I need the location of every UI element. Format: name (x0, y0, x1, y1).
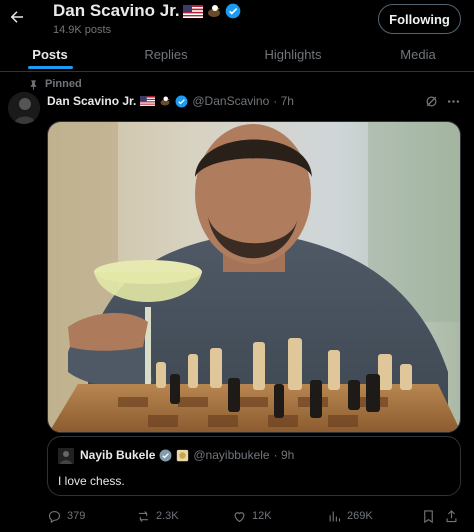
pin-icon (30, 79, 37, 90)
eagle-icon (160, 96, 170, 106)
reply-button[interactable]: 379 (47, 503, 85, 529)
us-flag-icon (182, 4, 203, 18)
chess-photo (48, 122, 460, 432)
verified-badge-icon (225, 3, 240, 19)
quoted-post-header: Nayib Bukele @nayibbukele · 9h (80, 448, 294, 462)
back-arrow-icon[interactable] (8, 8, 26, 26)
grok-icon[interactable] (424, 94, 439, 109)
reply-count: 379 (67, 510, 86, 522)
profile-name-row: Dan Scavino Jr. (53, 1, 241, 21)
quoted-time[interactable]: · 9h (274, 448, 295, 462)
quoted-handle[interactable]: @nayibbukele (193, 448, 269, 462)
active-tab-indicator (28, 66, 73, 69)
quoted-avatar-image (58, 448, 74, 464)
post-time[interactable]: · 7h (273, 94, 294, 108)
avatar[interactable] (8, 92, 40, 124)
quoted-text: I love chess. (58, 474, 125, 488)
tab-media[interactable]: Media (368, 36, 468, 72)
bookmark-icon (424, 509, 433, 523)
repost-count: 2.3K (156, 510, 179, 522)
profile-name: Dan Scavino Jr. (53, 1, 180, 20)
share-button[interactable] (444, 503, 459, 529)
pinned-label: Pinned (45, 78, 82, 90)
tab-highlights[interactable]: Highlights (238, 36, 348, 72)
repost-icon (139, 510, 148, 522)
views-button[interactable]: 269K (327, 503, 373, 529)
profile-header: Dan Scavino Jr. 14.9K posts Following (0, 0, 474, 36)
verified-badge-icon (175, 95, 188, 107)
post-header: Dan Scavino Jr. @DanScavino · 7h (47, 94, 294, 108)
pinned-row: Pinned (28, 78, 82, 90)
eagle-icon (207, 5, 220, 17)
affiliate-badge-icon (177, 449, 189, 461)
share-icon (446, 509, 457, 522)
following-button[interactable]: Following (378, 4, 461, 34)
reply-icon (48, 510, 61, 523)
verified-badge-icon (159, 449, 172, 461)
views-chart-icon (329, 511, 341, 521)
posts-count: 14.9K posts (53, 24, 112, 36)
like-count: 12K (252, 510, 272, 522)
us-flag-icon (140, 96, 156, 106)
post-handle[interactable]: @DanScavino (192, 94, 269, 108)
post-image[interactable] (47, 121, 461, 433)
avatar-image (8, 92, 40, 124)
more-options-icon[interactable] (446, 94, 461, 109)
heart-icon (234, 511, 245, 522)
tab-replies[interactable]: Replies (114, 36, 218, 72)
quoted-post[interactable]: Nayib Bukele @nayibbukele · 9h I love ch… (47, 436, 461, 496)
bookmark-button[interactable] (421, 503, 436, 529)
views-count: 269K (347, 510, 373, 522)
post-author[interactable]: Dan Scavino Jr. (47, 94, 136, 108)
like-button[interactable]: 12K (232, 503, 272, 529)
post-actions: 379 2.3K 12K 269K (0, 503, 474, 529)
repost-button[interactable]: 2.3K (136, 503, 179, 529)
quoted-avatar[interactable] (58, 448, 74, 464)
quoted-author[interactable]: Nayib Bukele (80, 448, 155, 462)
